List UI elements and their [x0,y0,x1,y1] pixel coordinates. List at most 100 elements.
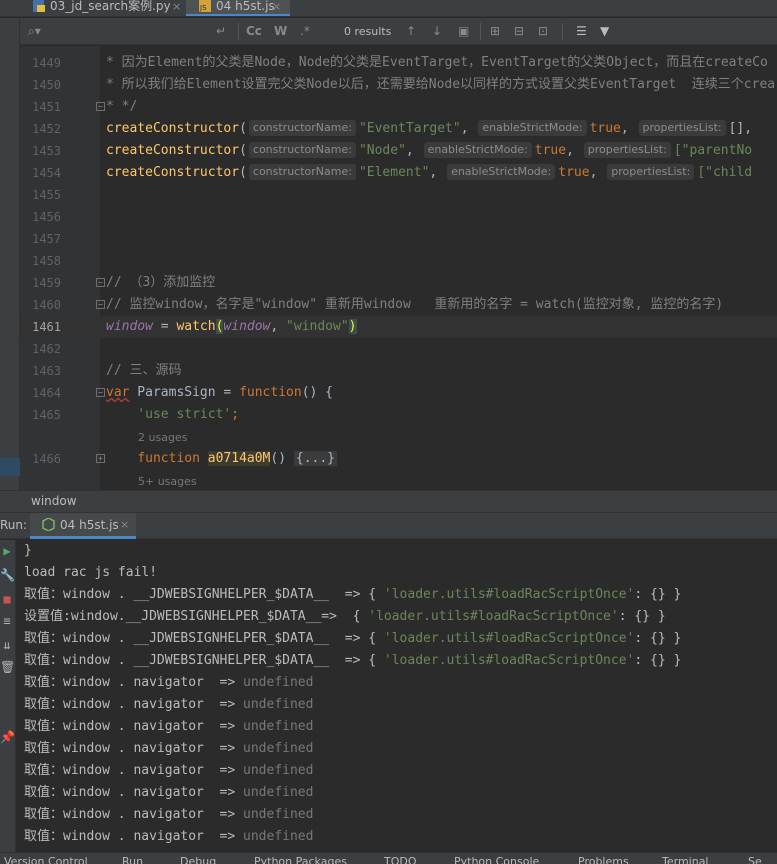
code-line[interactable]: 1455 [20,184,777,206]
stop-icon[interactable]: ■ [0,592,14,608]
code-token: [], [728,121,753,136]
console-text: undefined [243,697,314,712]
close-icon[interactable]: × [120,513,129,537]
console-line: 取值：window . __JDWEBSIGNHELPER_$DATA__ =>… [24,584,681,606]
divider [238,23,239,40]
code-line[interactable]: 1461 window = watch(window, "window") [20,316,777,338]
search-results-count: 0 results [344,25,392,38]
scroll-to-end-icon[interactable]: ⇊ [0,638,14,654]
fold-icon[interactable]: − [96,388,105,397]
tool-window-button[interactable]: TODO [384,856,417,864]
select-all-matches-icon[interactable]: ⊡ [538,24,548,38]
tool-window-button[interactable]: Python Packages [254,856,347,864]
tab-03-jd-search[interactable]: 03_jd_search案例.py × [20,0,185,16]
run-tool-window-header: Run: 04 h5st.js × [0,512,777,539]
rerun-icon[interactable]: ▶ [0,544,14,560]
code-line[interactable]: 1449 * 因为Element的父类是Node，Node的父类是EventTar… [20,52,777,74]
code-token: () [270,451,294,466]
breadcrumb[interactable]: window [0,490,777,512]
usages-hint[interactable]: 5+ usages [138,473,197,490]
regex-toggle[interactable]: .* [300,24,310,38]
soft-wrap-icon[interactable]: ≡ [0,614,14,630]
breadcrumb-item[interactable]: window [31,494,77,508]
words-toggle[interactable]: W [274,24,287,38]
code-line[interactable]: 1466 + function a0714a0M() {...} [20,448,777,470]
code-line[interactable]: 1453 createConstructor(constructorName: "N… [20,140,777,162]
run-tab-label: 04 h5st.js [60,518,119,532]
line-number: 1459 [32,276,61,290]
code-line[interactable]: 1459 −// （3）添加监控 [20,272,777,294]
code-token: "Element" [358,165,430,180]
code-token: createConstructor [106,143,240,158]
console-line: 取值：window . navigator => undefined [24,694,313,716]
svg-text:JS: JS [199,4,207,12]
search-icon[interactable]: ⌕▾ [28,24,41,39]
console-output[interactable]: } load rac js fail! 取值：window . __JDWEBSIG… [17,540,777,852]
close-icon[interactable]: × [272,0,281,13]
code-line[interactable]: 1463 // 三、源码 [20,360,777,382]
fold-icon[interactable]: − [96,278,105,287]
code-token: true [534,143,567,158]
add-occurrence-icon[interactable]: ⊞ [490,24,500,38]
tab-04-h5st[interactable]: JS 04 h5st.js × [186,0,290,16]
console-line: 设置值:window.__JDWEBSIGNHELPER_$DATA__=> {… [24,606,666,628]
code-text: * 因为Element的父类是Node，Node的父类是EventTarget，… [106,52,768,74]
console-text: } [24,543,32,558]
code-line[interactable]: 1457 [20,228,777,250]
console-text: 取值：window . navigator => [24,675,244,690]
code-line[interactable]: 1458 [20,250,777,272]
next-occurrence-icon[interactable]: ↓ [432,24,442,38]
code-line[interactable]: 1464 − var ParamsSign = function() { [20,382,777,404]
code-line[interactable]: 1465 'use strict'; [20,404,777,426]
code-text: 'use strict'; [106,404,239,426]
close-icon[interactable]: × [172,0,181,13]
remove-occurrence-icon[interactable]: ⊟ [514,24,524,38]
line-number: 1452 [32,122,61,136]
console-text: 'loader.utils#loadRacScriptOnce' [383,631,635,646]
code-line[interactable]: 1462 [20,338,777,360]
select-all-occurrences-icon[interactable]: ▣ [458,24,469,38]
trash-icon[interactable]: 🗑 [0,660,15,676]
code-editor[interactable]: 1449 * 因为Element的父类是Node，Node的父类是EventTar… [20,46,777,490]
fold-icon[interactable]: + [96,454,105,463]
new-line-icon[interactable]: ↵ [216,24,226,38]
tool-window-button[interactable]: Problems [578,856,629,864]
code-line[interactable]: 1451 − * */ [20,96,777,118]
code-text: createConstructor(constructorName: "Eleme… [106,162,752,184]
console-line: 取值：window . __JDWEBSIGNHELPER_$DATA__ =>… [24,628,681,650]
code-text: function a0714a0M() {...} [106,448,338,470]
code-line[interactable]: 1454 createConstructor(constructorName: "E… [20,162,777,184]
filter-icon[interactable]: ▼ [600,24,609,38]
in-selection-icon[interactable]: ☰ [576,24,587,38]
tool-strip-highlight [0,458,20,476]
code-line[interactable]: 1450 * 所以我们给Element设置完父类Node以后，还需要给Node以同… [20,74,777,96]
editor-tab-bar: 03_jd_search案例.py × JS 04 h5st.js × [0,0,777,17]
parameter-hint: enableStrictMode: [423,142,532,158]
code-line[interactable]: 1452 createConstructor(constructorName: "E… [20,118,777,140]
tool-window-button[interactable]: Debug [180,856,216,864]
tool-window-button[interactable]: Terminal [662,856,709,864]
code-token: window [223,319,271,334]
tool-window-button[interactable]: Se [748,856,762,864]
code-line[interactable]: 1456 [20,206,777,228]
fold-icon[interactable]: − [96,102,105,111]
console-text: 取值：window . __JDWEBSIGNHELPER_$DATA__ =>… [24,587,384,602]
line-number: 1455 [32,188,61,202]
tool-window-button[interactable]: Version Control [4,856,88,864]
pin-icon[interactable]: 📌 [0,730,15,746]
usages-hint[interactable]: 2 usages [138,429,187,447]
code-token: true [589,121,621,136]
previous-occurrence-icon[interactable]: ↑ [406,24,416,38]
tool-window-button[interactable]: Python Console [454,856,539,864]
line-number: 1461 [32,320,61,334]
run-tab-04-h5st[interactable]: 04 h5st.js × [30,513,136,539]
wrench-icon[interactable]: 🔧 [0,568,15,584]
python-file-icon [33,0,45,12]
code-token: // 三、源码 [106,363,182,378]
tool-window-button[interactable]: Run [122,856,143,864]
search-input[interactable] [54,22,204,41]
fold-icon[interactable]: − [96,300,105,309]
code-token: function [239,385,302,400]
code-line[interactable]: 1460 −// 监控window，名字是"window" 重新用window 重… [20,294,777,316]
match-case-toggle[interactable]: Cc [246,24,262,38]
